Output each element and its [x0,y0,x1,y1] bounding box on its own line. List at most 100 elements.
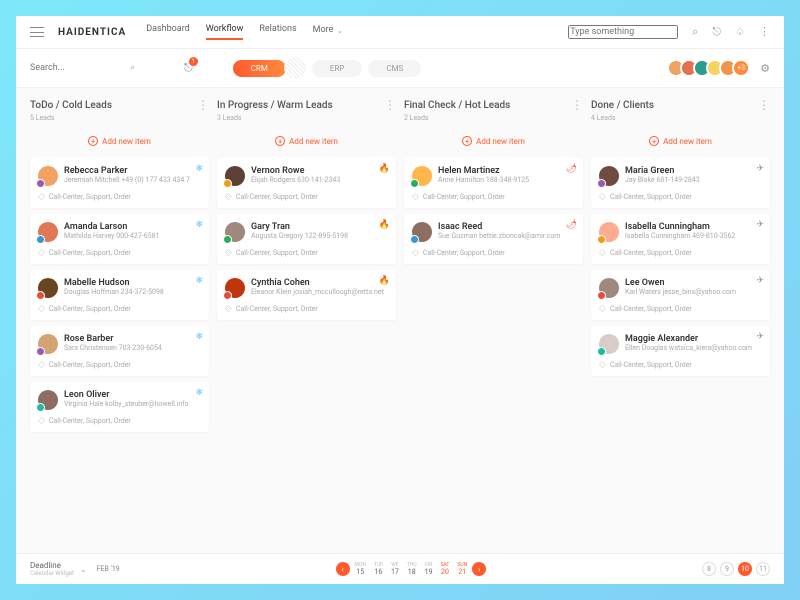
add-item-button[interactable]: +Add new item [30,130,209,152]
page-button[interactable]: 11 [756,562,770,576]
hamburger-icon[interactable] [30,27,44,37]
status-icon: ❄ [195,388,203,398]
status-dot [223,291,232,300]
lead-card[interactable]: Maggie AlexanderEllen Douglas watsica_ki… [591,326,770,376]
lead-card[interactable]: Helen MartinezAnne Hamilton 188-348-9125… [404,158,583,208]
lead-name: Amanda Larson [64,222,201,232]
pill-erp[interactable]: ERP [312,60,363,77]
tag-icon: ◇ [225,304,232,314]
status-icon: 🔥 [379,220,390,230]
status-icon: ❄ [195,276,203,286]
add-item-button[interactable]: +Add new item [217,130,396,152]
add-item-button[interactable]: +Add new item [404,130,583,152]
column-menu-icon[interactable]: ⋮ [197,98,209,112]
timeline-day[interactable]: MON15 [352,560,369,578]
loading-icon [284,57,306,79]
lead-name: Gary Tran [251,222,388,232]
status-icon: 🔥 [379,164,390,174]
plus-icon: + [462,136,472,146]
column-menu-icon[interactable]: ⋮ [758,98,770,112]
lead-card[interactable]: Rebecca ParkerJeremiah Mitchell +49 (0) … [30,158,209,208]
timeline: ‹MON15TUE16WE17THU18FRI19SAT20SUN21› [336,560,487,578]
kanban-board: ToDo / Cold Leads⋮ 5 Leads +Add new item… [16,88,784,553]
avatar [599,278,619,298]
search-input[interactable] [30,63,130,73]
gear-icon[interactable]: ⚙ [760,62,770,75]
column-menu-icon[interactable]: ⋮ [384,98,396,112]
lead-card[interactable]: Amanda LarsonMathilda Harvey 000-427-658… [30,214,209,264]
lead-card[interactable]: Cynthia CohenEleanor Klein josiah_mccull… [217,270,396,320]
status-icon: ❄ [195,220,203,230]
lead-name: Cynthia Cohen [251,278,388,288]
tag-icon: ◇ [38,248,45,258]
timeline-day[interactable]: SUN21 [454,560,470,578]
page-button[interactable]: 8 [702,562,716,576]
timeline-day[interactable]: FRI19 [422,560,436,578]
lead-card[interactable]: Rose BarberSara Christensen 703-230-6054… [30,326,209,376]
timeline-day[interactable]: SAT20 [438,560,453,578]
lead-card[interactable]: Maria GreenJay Blake 681-149-2843 ✈ ◇Cal… [591,158,770,208]
lead-meta: Anne Hamilton 188-348-9125 [438,176,575,184]
timeline-day[interactable]: THU18 [404,560,420,578]
timeline-day[interactable]: TUE16 [371,560,386,578]
page-button[interactable]: 10 [738,562,752,576]
tag-icon: ◇ [412,192,419,202]
status-dot [410,179,419,188]
search-top-input[interactable] [568,25,678,39]
kanban-column: In Progress / Warm Leads⋮ 3 Leads +Add n… [217,98,396,543]
nav-workflow[interactable]: Workflow [206,24,244,40]
main-nav: Dashboard Workflow Relations More⌄ [146,24,343,40]
lead-card[interactable]: Gary TranAugusta Gregory 122-895-5198 🔥 … [217,214,396,264]
card-tags: ◇Call-Center, Support, Order [225,248,388,258]
module-pills: CRM ERP CMS [233,57,422,79]
card-tags: ◇Call-Center, Support, Order [225,304,388,314]
lead-name: Isabella Cunningham [625,222,762,232]
nav-dashboard[interactable]: Dashboard [146,24,190,40]
tag-icon: ◇ [38,192,45,202]
timeline-next[interactable]: › [472,562,486,576]
lead-meta: Elijah Rodgers 630-141-2343 [251,176,388,184]
topbar: HAIDENTICA Dashboard Workflow Relations … [16,16,784,49]
nav-more[interactable]: More⌄ [313,24,343,40]
page-button[interactable]: 9 [720,562,734,576]
lead-card[interactable]: Mabelle HudsonDouglas Hoffman 234-372-50… [30,270,209,320]
card-tags: ◇Call-Center, Support, Order [38,248,201,258]
deadline-widget[interactable]: Deadline Calendar Widget [30,561,74,577]
avatar [38,334,58,354]
pill-crm[interactable]: CRM [233,60,286,77]
timeline-day[interactable]: WE17 [388,560,402,578]
pill-cms[interactable]: CMS [368,60,421,77]
nav-relations[interactable]: Relations [259,24,296,40]
chevron-down-icon[interactable]: ⌄ [80,565,87,574]
status-dot [36,235,45,244]
lead-card[interactable]: Vernon RoweElijah Rodgers 630-141-2343 🔥… [217,158,396,208]
search-icon[interactable]: ⌕ [692,25,698,39]
user-add-icon[interactable]: ⎋ [712,25,721,39]
cart-icon[interactable]: ⎋1 [184,61,193,75]
status-dot [36,179,45,188]
avatars-more[interactable]: +3 [732,59,750,77]
column-count: 4 Leads [591,114,770,122]
column-title: Done / Clients [591,100,654,111]
lead-card[interactable]: Isabella CunninghamIsabella Cunningham 4… [591,214,770,264]
lead-card[interactable]: Isaac ReedSue Guzman bettie.zboncak@amir… [404,214,583,264]
lead-name: Maggie Alexander [625,334,762,344]
timeline-prev[interactable]: ‹ [336,562,350,576]
tag-icon: ◇ [38,360,45,370]
footer: Deadline Calendar Widget ⌄ FEB '19 ‹MON1… [16,553,784,584]
status-icon: ❄ [195,332,203,342]
lead-meta: Mathilda Harvey 000-427-6581 [64,232,201,240]
more-icon[interactable]: ⋮ [759,25,770,39]
search-icon[interactable]: ⌕ [130,63,135,73]
card-tags: ◇Call-Center, Support, Order [38,192,201,202]
avatar [38,166,58,186]
lead-card[interactable]: Leon OliverVirginia Hale kolby_steuber@h… [30,382,209,432]
lead-card[interactable]: Lee OwenKarl Waters jesse_bins@yahoo.com… [591,270,770,320]
avatar [225,222,245,242]
bell-icon[interactable]: ♤ [735,25,745,39]
card-tags: ◇Call-Center, Support, Order [38,304,201,314]
column-menu-icon[interactable]: ⋮ [571,98,583,112]
column-title: Final Check / Hot Leads [404,100,510,111]
add-item-button[interactable]: +Add new item [591,130,770,152]
card-tags: ◇Call-Center, Support, Order [599,192,762,202]
